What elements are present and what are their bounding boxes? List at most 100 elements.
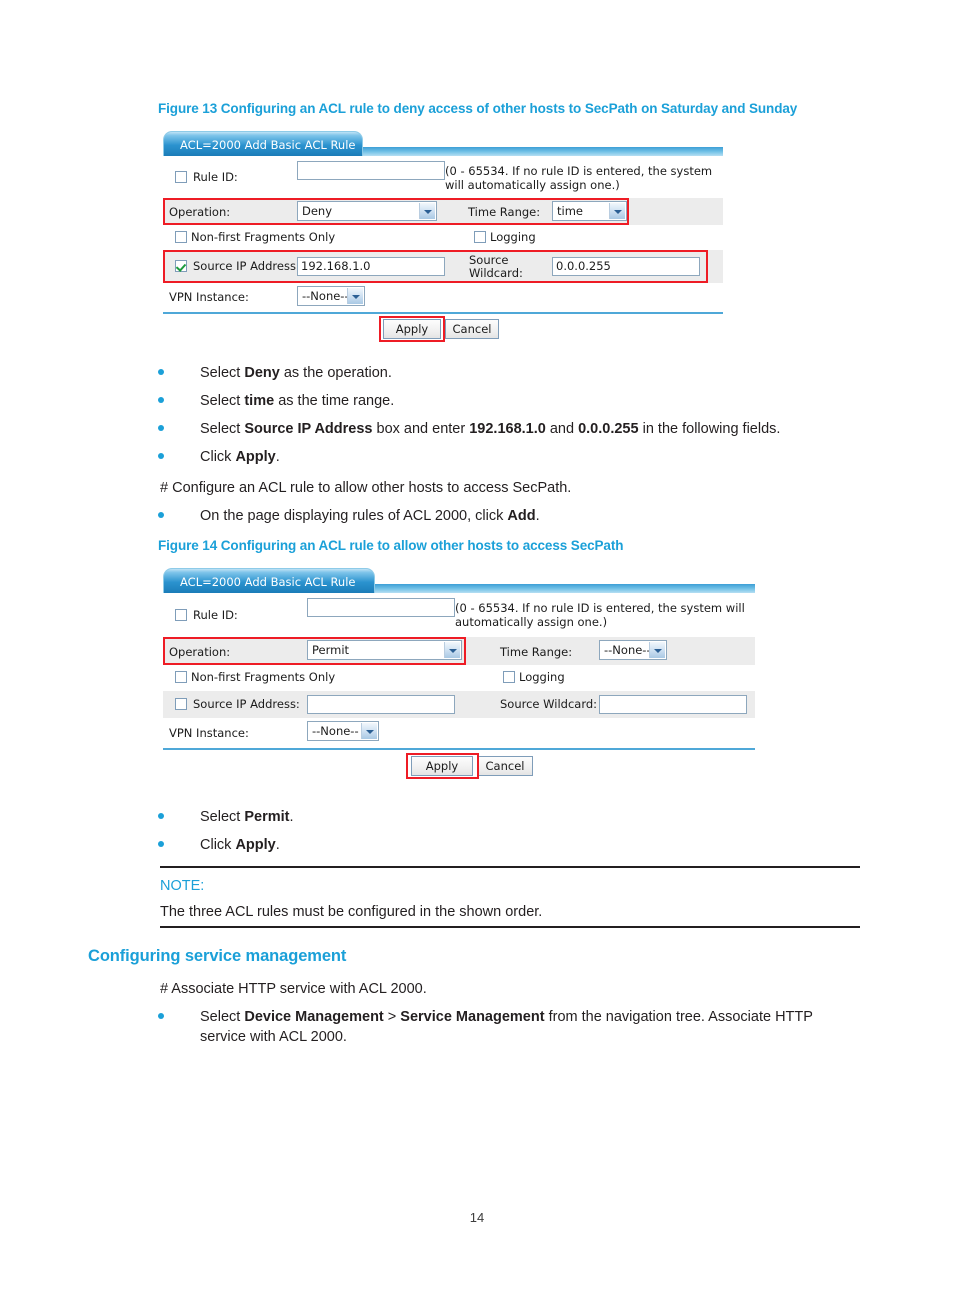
configure-acl-line: # Configure an ACL rule to allow other h… <box>160 480 572 496</box>
cancel-button[interactable]: Cancel <box>477 756 533 776</box>
chevron-down-icon[interactable] <box>347 288 363 304</box>
time-range-select[interactable]: --None-- <box>599 640 667 660</box>
chevron-down-icon[interactable] <box>609 203 625 219</box>
operation-row: Operation: Deny Time Range: time <box>163 198 723 225</box>
non-first-fragments-label: Non-first Fragments Only <box>191 230 336 244</box>
section-intro: # Associate HTTP service with ACL 2000. <box>160 981 427 997</box>
vpn-instance-label: VPN Instance: <box>169 726 249 740</box>
time-range-select[interactable]: time <box>552 201 627 221</box>
logging-checkbox[interactable] <box>503 671 515 683</box>
chevron-down-icon[interactable] <box>444 642 460 658</box>
time-range-label: Time Range: <box>500 645 573 659</box>
step-item: Select time as the time range. <box>158 392 858 412</box>
step-item-service: Select Device Management > Service Manag… <box>158 1008 848 1047</box>
bullet-icon <box>158 841 164 847</box>
source-ip-label: Source IP Address: <box>193 697 300 711</box>
chevron-down-icon[interactable] <box>419 203 435 219</box>
tab-bar <box>375 584 755 593</box>
page-number: 14 <box>469 1210 485 1225</box>
note-block: NOTE: The three ACL rules must be config… <box>160 866 860 928</box>
note-top-rule <box>160 866 860 868</box>
rule-id-hint: (0 - 65534. If no rule ID is entered, th… <box>445 164 713 193</box>
source-ip-row: Source IP Address: 192.168.1.0 Source Wi… <box>163 250 723 283</box>
rule-id-hint: (0 - 65534. If no rule ID is entered, th… <box>455 601 745 630</box>
source-ip-input[interactable] <box>307 695 455 714</box>
tab-bar <box>363 147 723 156</box>
rule-id-label: Rule ID: <box>193 170 238 184</box>
logging-label: Logging <box>490 230 536 244</box>
vpn-instance-row: VPN Instance: --None-- <box>163 283 723 310</box>
non-first-fragments-checkbox[interactable] <box>175 231 187 243</box>
step-item-add: On the page displaying rules of ACL 2000… <box>158 507 858 527</box>
step-text: On the page displaying rules of ACL 2000… <box>200 508 540 524</box>
chevron-down-icon[interactable] <box>361 723 377 739</box>
form-divider <box>163 312 723 314</box>
operation-select[interactable]: Deny <box>297 201 437 221</box>
source-ip-row: Source IP Address: Source Wildcard: <box>163 691 755 718</box>
form-body: Rule ID: (0 - 65534. If no rule ID is en… <box>163 593 755 783</box>
time-range-label: Time Range: <box>468 205 541 219</box>
operation-select-value: Permit <box>312 643 350 657</box>
apply-button[interactable]: Apply <box>383 319 441 339</box>
operation-select-value: Deny <box>302 204 333 218</box>
step-item: Select Source IP Address box and enter 1… <box>158 420 878 440</box>
fragments-logging-row: Non-first Fragments Only Logging <box>163 665 755 691</box>
section-heading: Configuring service management <box>88 947 347 965</box>
rule-id-input[interactable] <box>297 161 445 180</box>
note-bottom-rule <box>160 926 860 928</box>
bullet-icon <box>158 397 164 403</box>
vpn-instance-select[interactable]: --None-- <box>307 721 379 741</box>
source-ip-label: Source IP Address: <box>193 259 300 273</box>
step-text: Select Permit. <box>200 809 294 825</box>
step-item: Click Apply. <box>158 448 858 468</box>
note-body: The three ACL rules must be configured i… <box>160 904 543 920</box>
operation-select[interactable]: Permit <box>307 640 462 660</box>
step-text: Select Deny as the operation. <box>200 365 392 381</box>
logging-label: Logging <box>519 670 565 684</box>
vpn-instance-select[interactable]: --None-- <box>297 286 365 306</box>
rule-id-row: Rule ID: (0 - 65534. If no rule ID is en… <box>163 156 723 198</box>
source-ip-checkbox[interactable] <box>175 698 187 710</box>
step-text: Select time as the time range. <box>200 393 395 409</box>
bullet-icon <box>158 369 164 375</box>
acl-rule-tab[interactable]: ACL=2000 Add Basic ACL Rule <box>163 131 363 156</box>
time-range-select-value: time <box>557 204 583 218</box>
time-range-select-value: --None-- <box>604 643 651 657</box>
source-wildcard-input[interactable] <box>599 695 747 714</box>
chevron-down-icon[interactable] <box>649 642 665 658</box>
source-ip-input[interactable]: 192.168.1.0 <box>297 257 445 276</box>
apply-button[interactable]: Apply <box>411 756 473 776</box>
rule-id-checkbox[interactable] <box>175 171 187 183</box>
step-text: Click Apply. <box>200 837 280 853</box>
vpn-instance-select-value: --None-- <box>312 724 359 738</box>
fragments-logging-row: Non-first Fragments Only Logging <box>163 225 723 250</box>
bullet-icon <box>158 512 164 518</box>
acl-rule-tab[interactable]: ACL=2000 Add Basic ACL Rule <box>163 568 375 593</box>
acl-rule-tab-label: ACL=2000 Add Basic ACL Rule <box>180 138 356 152</box>
bullet-icon <box>158 1013 164 1019</box>
vpn-instance-row: VPN Instance: --None-- <box>163 718 755 746</box>
non-first-fragments-label: Non-first Fragments Only <box>191 670 336 684</box>
step-text: Select Source IP Address box and enter 1… <box>200 421 781 437</box>
step-text: Select Device Management > Service Manag… <box>200 1009 813 1045</box>
source-wildcard-label: Source Wildcard: <box>469 253 523 281</box>
figure-13-caption: Figure 13 Configuring an ACL rule to den… <box>158 101 798 116</box>
operation-row: Operation: Permit Time Range: --None-- <box>163 637 755 665</box>
rule-id-checkbox[interactable] <box>175 609 187 621</box>
figure-14-caption: Figure 14 Configuring an ACL rule to all… <box>158 538 624 553</box>
source-ip-checkbox[interactable] <box>175 260 187 272</box>
cancel-button[interactable]: Cancel <box>445 319 499 339</box>
bullet-icon <box>158 425 164 431</box>
vpn-instance-select-value: --None-- <box>302 289 349 303</box>
figure-13-screenshot: ACL=2000 Add Basic ACL Rule Rule ID: (0 … <box>163 131 723 342</box>
rule-id-input[interactable] <box>307 598 455 617</box>
logging-checkbox[interactable] <box>474 231 486 243</box>
bullet-icon <box>158 453 164 459</box>
acl-rule-tab-label: ACL=2000 Add Basic ACL Rule <box>180 575 356 589</box>
rule-id-row: Rule ID: (0 - 65534. If no rule ID is en… <box>163 593 755 637</box>
operation-label: Operation: <box>169 205 231 219</box>
non-first-fragments-checkbox[interactable] <box>175 671 187 683</box>
figure-14-screenshot: ACL=2000 Add Basic ACL Rule Rule ID: (0 … <box>163 568 755 783</box>
step-item: Select Deny as the operation. <box>158 364 858 384</box>
source-wildcard-input[interactable]: 0.0.0.255 <box>552 257 700 276</box>
